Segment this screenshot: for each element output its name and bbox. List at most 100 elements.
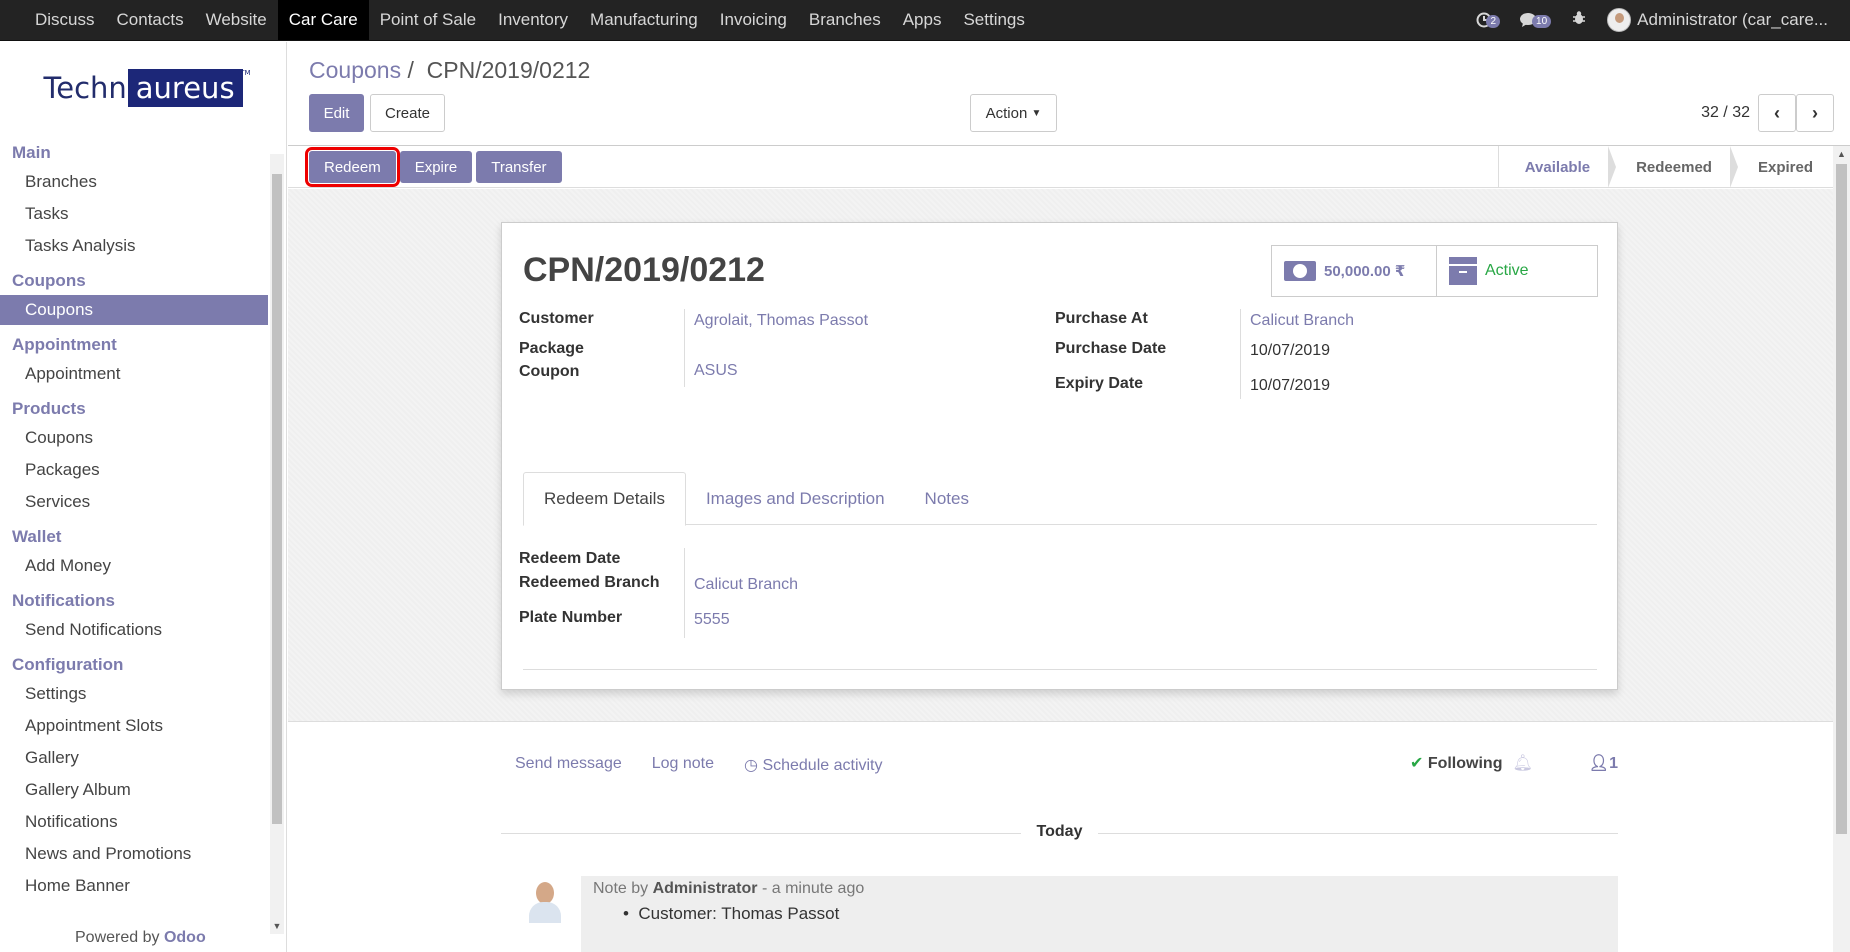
- logo-text-box: aureus: [127, 69, 250, 107]
- expiry-date-field[interactable]: 10/07/2019: [1250, 377, 1330, 395]
- sidebar-scroll-thumb[interactable]: [272, 174, 282, 824]
- sidebar-item-news-promotions[interactable]: News and Promotions: [0, 838, 268, 870]
- redeem-button[interactable]: Redeem: [305, 147, 400, 187]
- breadcrumb-coupons[interactable]: Coupons: [309, 57, 401, 83]
- sidebar-item-send-notifications[interactable]: Send Notifications: [0, 614, 268, 646]
- sidebar-menu: Main Branches Tasks Tasks Analysis Coupo…: [0, 134, 268, 924]
- pager-value[interactable]: 32 / 32: [1701, 104, 1750, 122]
- followers-count: 1: [1609, 755, 1618, 772]
- message-body-item: • Customer: Thomas Passot: [623, 904, 840, 923]
- bug-icon[interactable]: [1571, 10, 1587, 31]
- stage-expired[interactable]: Expired: [1732, 146, 1833, 188]
- amount-stat-button[interactable]: 50,000.00 ₹: [1272, 246, 1436, 296]
- app-menu: Discuss Contacts Website Car Care Point …: [0, 0, 1036, 40]
- money-icon: [1284, 261, 1316, 281]
- plate-number-field[interactable]: 5555: [694, 611, 730, 629]
- active-toggle-button[interactable]: Active: [1436, 246, 1597, 296]
- sidebar-item-add-money[interactable]: Add Money: [0, 550, 268, 582]
- form-view: CPN/2019/0212 50,000.00 ₹ Active Custome…: [288, 189, 1833, 722]
- sidebar-item-branches[interactable]: Branches: [0, 166, 268, 198]
- following-button[interactable]: ✔ Following 🔔︎: [1410, 753, 1533, 773]
- bell-icon[interactable]: 🔔︎: [1512, 755, 1532, 772]
- sidebar-item-product-coupons[interactable]: Coupons: [0, 422, 268, 454]
- pager-previous-button[interactable]: ‹: [1758, 94, 1796, 132]
- pager-next-button[interactable]: ›: [1796, 94, 1834, 132]
- user-menu[interactable]: Administrator (car_care...: [1607, 8, 1828, 32]
- menu-settings[interactable]: Settings: [952, 0, 1035, 40]
- send-message-button[interactable]: Send message: [515, 755, 622, 775]
- sidebar-item-services[interactable]: Services: [0, 486, 268, 518]
- sidebar-section-products[interactable]: Products: [0, 390, 268, 422]
- log-note-button[interactable]: Log note: [652, 755, 714, 775]
- menu-manufacturing[interactable]: Manufacturing: [579, 0, 709, 40]
- create-button[interactable]: Create: [370, 94, 445, 132]
- activity-button[interactable]: 2: [1476, 12, 1501, 28]
- action-dropdown[interactable]: Action ▼: [970, 94, 1057, 132]
- menu-inventory[interactable]: Inventory: [487, 0, 579, 40]
- menu-car-care[interactable]: Car Care: [277, 0, 369, 40]
- menu-point-of-sale[interactable]: Point of Sale: [369, 0, 487, 40]
- menu-apps[interactable]: Apps: [892, 0, 953, 40]
- edit-button[interactable]: Edit: [309, 94, 364, 132]
- powered-by-text: Powered by: [75, 929, 160, 946]
- main-scroll-thumb[interactable]: [1836, 164, 1847, 834]
- customer-field[interactable]: Agrolait, Thomas Passot: [694, 312, 868, 330]
- sidebar-item-tasks-analysis[interactable]: Tasks Analysis: [0, 230, 268, 262]
- transfer-button[interactable]: Transfer: [476, 151, 562, 183]
- sidebar-item-config-notifications[interactable]: Notifications: [0, 806, 268, 838]
- messages-button[interactable]: 10: [1520, 12, 1552, 28]
- breadcrumb: Coupons / CPN/2019/0212: [309, 57, 590, 84]
- redeem-date-label: Redeem Date: [519, 550, 621, 567]
- odoo-link[interactable]: Odoo: [164, 929, 206, 946]
- notebook-tabs: Redeem Details Images and Description No…: [523, 472, 1597, 526]
- sidebar-item-appointment[interactable]: Appointment: [0, 358, 268, 390]
- purchase-at-field[interactable]: Calicut Branch: [1250, 312, 1354, 330]
- sidebar-section-coupons[interactable]: Coupons: [0, 262, 268, 294]
- scroll-down-arrow-icon[interactable]: ▼: [270, 918, 284, 934]
- purchase-date-label: Purchase Date: [1055, 340, 1167, 357]
- sidebar-section-configuration[interactable]: Configuration: [0, 646, 268, 678]
- package-coupon-field[interactable]: ASUS: [694, 362, 738, 380]
- sidebar-section-appointment[interactable]: Appointment: [0, 326, 268, 358]
- sidebar-item-gallery[interactable]: Gallery: [0, 742, 268, 774]
- scroll-up-arrow-icon[interactable]: ▲: [1833, 146, 1850, 162]
- sidebar-item-packages[interactable]: Packages: [0, 454, 268, 486]
- breadcrumb-current: CPN/2019/0212: [426, 57, 591, 83]
- tab-notes[interactable]: Notes: [905, 472, 989, 525]
- menu-invoicing[interactable]: Invoicing: [709, 0, 798, 40]
- menu-contacts[interactable]: Contacts: [106, 0, 195, 40]
- field-separator: [684, 548, 685, 638]
- sidebar-item-settings[interactable]: Settings: [0, 678, 268, 710]
- expire-button[interactable]: Expire: [399, 151, 473, 183]
- record-title: CPN/2019/0212: [523, 251, 765, 289]
- menu-website[interactable]: Website: [195, 0, 278, 40]
- main-scrollbar[interactable]: ▲: [1833, 146, 1850, 952]
- menu-branches[interactable]: Branches: [798, 0, 892, 40]
- message-author[interactable]: Administrator: [653, 880, 758, 897]
- sidebar-section-notifications[interactable]: Notifications: [0, 582, 268, 614]
- check-icon: ✔: [1409, 755, 1424, 772]
- followers-button[interactable]: 👤︎1: [1589, 753, 1618, 773]
- stage-available[interactable]: Available: [1499, 146, 1617, 188]
- schedule-activity-button[interactable]: ◷ Schedule activity: [744, 755, 882, 775]
- purchase-date-field[interactable]: 10/07/2019: [1250, 342, 1330, 360]
- user-name: Administrator (car_care...: [1637, 10, 1828, 29]
- status-stages: Available Redeemed Expired: [1497, 146, 1833, 188]
- sidebar-item-tasks[interactable]: Tasks: [0, 198, 268, 230]
- sidebar-item-coupons[interactable]: Coupons: [0, 295, 268, 325]
- sidebar-item-home-banner[interactable]: Home Banner: [0, 870, 268, 902]
- tab-images-description[interactable]: Images and Description: [686, 472, 905, 525]
- redeemed-branch-field[interactable]: Calicut Branch: [694, 576, 798, 594]
- sidebar-scrollbar[interactable]: ▼: [270, 154, 284, 934]
- active-status: Active: [1485, 262, 1529, 279]
- sidebar-item-gallery-album[interactable]: Gallery Album: [0, 774, 268, 806]
- user-avatar: [1607, 8, 1632, 32]
- tab-redeem-details[interactable]: Redeem Details: [523, 472, 686, 526]
- menu-discuss[interactable]: Discuss: [24, 0, 106, 40]
- pager: 32 / 32 ‹ ›: [1701, 94, 1834, 132]
- message-author-avatar[interactable]: [525, 878, 565, 923]
- stage-redeemed[interactable]: Redeemed: [1610, 146, 1738, 188]
- sidebar-section-main[interactable]: Main: [0, 134, 268, 166]
- sidebar-item-appointment-slots[interactable]: Appointment Slots: [0, 710, 268, 742]
- sidebar-section-wallet[interactable]: Wallet: [0, 518, 268, 550]
